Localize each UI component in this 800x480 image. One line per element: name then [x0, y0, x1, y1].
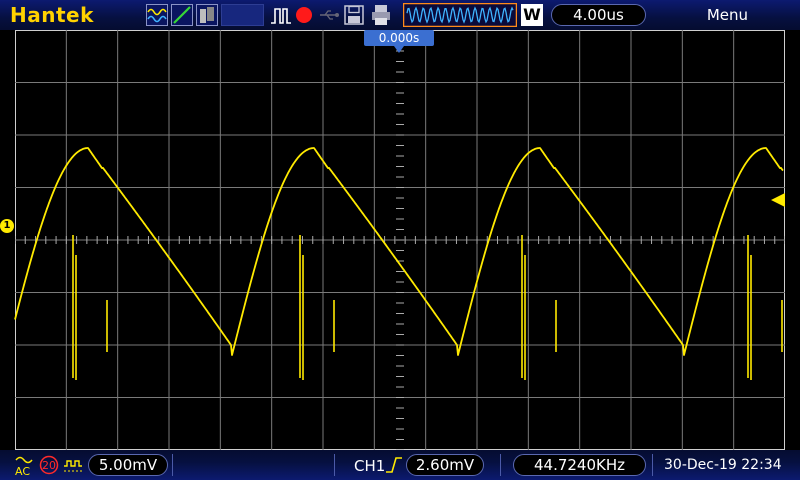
- trigger-source[interactable]: CH1: [354, 457, 385, 475]
- bandwidth-limit-icon[interactable]: 20: [39, 455, 59, 475]
- bw-limit-label: 20: [42, 459, 56, 472]
- trigger-edge-icon[interactable]: [384, 456, 404, 474]
- ch1-trace: [14, 147, 784, 380]
- trigger-position-marker[interactable]: [394, 46, 404, 53]
- divider: [172, 454, 173, 476]
- divider: [334, 454, 335, 476]
- divider: [500, 454, 501, 476]
- ch1-ground-marker[interactable]: 1: [0, 219, 14, 233]
- trigger-position-label[interactable]: 0.000s: [364, 30, 434, 46]
- ch1-scale-readout[interactable]: 5.00mV: [88, 454, 168, 476]
- bottom-status-bar: AC 20 5.00mV CH1 2.60mV 44.7240KHz 30-De…: [0, 450, 800, 480]
- frequency-readout: 44.7240KHz: [513, 454, 646, 476]
- coupling-label: AC: [15, 465, 30, 478]
- trigger-level-readout[interactable]: 2.60mV: [406, 454, 484, 476]
- datetime: 30-Dec-19 22:34: [664, 457, 782, 473]
- invert-icon[interactable]: [63, 458, 83, 474]
- trigger-level-marker[interactable]: [771, 193, 785, 207]
- ac-coupling-icon[interactable]: AC: [14, 454, 34, 478]
- divider: [652, 454, 653, 476]
